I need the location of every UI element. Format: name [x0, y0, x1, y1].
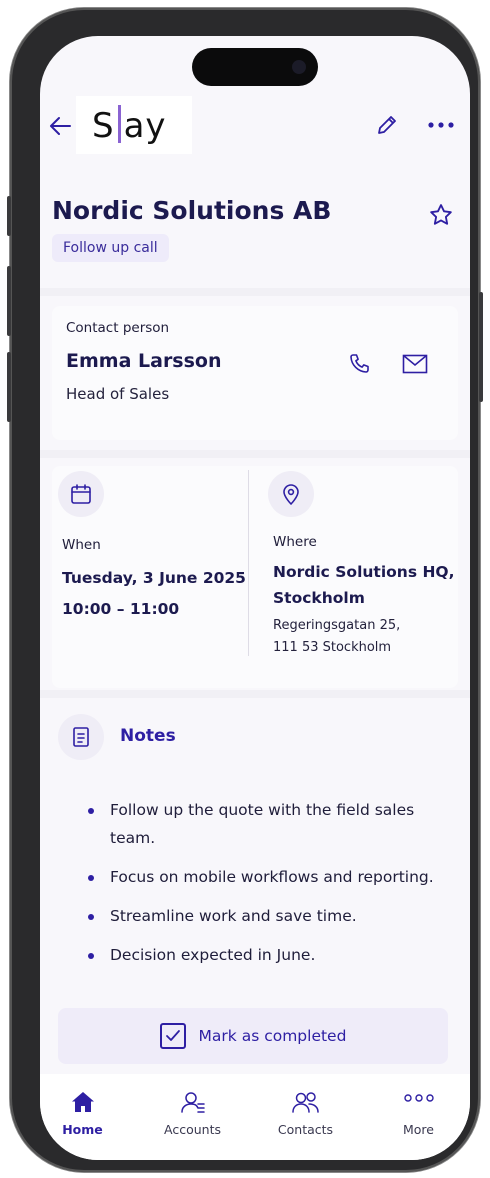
- more-icon: [403, 1094, 434, 1102]
- checkbox-icon[interactable]: [159, 1023, 186, 1049]
- meeting-date: Tuesday, 3 June 2025: [62, 569, 246, 587]
- contact-name[interactable]: Emma Larsson: [66, 350, 222, 372]
- contact-card: Contact person Emma Larsson Head of Sale…: [52, 306, 458, 440]
- mark-completed-button[interactable]: Mark as completed: [58, 1008, 448, 1064]
- accounts-icon: [180, 1092, 205, 1113]
- section-divider: [40, 690, 470, 698]
- tab-label: More: [403, 1122, 434, 1137]
- tab-label: Contacts: [277, 1122, 334, 1137]
- when-label: When: [62, 537, 101, 553]
- where-label: Where: [273, 534, 317, 550]
- location-pin-icon: [283, 484, 299, 505]
- meeting-title: Nordic Solutions AB: [52, 196, 332, 225]
- back-arrow-icon[interactable]: [46, 112, 74, 140]
- when-where-card: When Tuesday, 3 June 2025 10:00 – 11:00 …: [52, 466, 458, 688]
- notes-title: Notes: [120, 726, 176, 746]
- list-item: Streamline work and save time.: [80, 902, 450, 930]
- document-icon: [73, 727, 89, 747]
- location-name-line1[interactable]: Nordic Solutions HQ,: [273, 563, 454, 581]
- contact-role: Head of Sales: [66, 385, 170, 403]
- meeting-time: 10:00 – 11:00: [62, 600, 180, 618]
- camera-icon: [292, 60, 306, 74]
- tab-label: Accounts: [164, 1122, 221, 1137]
- phone-icon[interactable]: [346, 350, 374, 378]
- dynamic-island: [192, 48, 318, 86]
- tab-more[interactable]: More: [365, 1074, 470, 1144]
- tab-home[interactable]: Home: [40, 1074, 136, 1144]
- column-divider: [248, 470, 249, 656]
- address-line1: Regeringsgatan 25,: [273, 618, 401, 633]
- top-bar: Say: [40, 96, 470, 156]
- mark-completed-label: Mark as completed: [198, 1027, 347, 1045]
- app-screen: Say Nordic Solutions AB Follow up call C…: [40, 36, 470, 1160]
- notes-icon-circle: [58, 714, 104, 760]
- email-icon[interactable]: [400, 350, 430, 378]
- home-icon: [71, 1092, 94, 1112]
- contacts-icon: [291, 1092, 319, 1113]
- action-button: [7, 196, 11, 236]
- tab-contacts[interactable]: Contacts: [252, 1074, 359, 1144]
- section-divider: [40, 450, 470, 458]
- volume-up-button: [7, 266, 11, 336]
- list-item: Decision expected in June.: [80, 941, 450, 969]
- address-line2: 111 53 Stockholm: [273, 640, 392, 655]
- meeting-type-tag: Follow up call: [52, 234, 169, 262]
- bottom-tab-bar: Home Accounts Contacts More: [40, 1074, 470, 1160]
- volume-down-button: [7, 352, 11, 422]
- power-button: [479, 292, 483, 402]
- tab-label: Home: [62, 1122, 103, 1137]
- more-options-icon[interactable]: [424, 110, 458, 140]
- calendar-icon: [71, 484, 91, 504]
- contact-label: Contact person: [66, 320, 170, 336]
- tab-accounts[interactable]: Accounts: [139, 1074, 246, 1144]
- notes-list: Follow up the quote with the field sales…: [80, 796, 450, 980]
- favorite-star-icon[interactable]: [426, 200, 456, 230]
- section-divider: [40, 288, 470, 296]
- phone-frame: Say Nordic Solutions AB Follow up call C…: [7, 8, 483, 1172]
- list-item: Follow up the quote with the field sales…: [80, 796, 450, 852]
- calendar-icon-circle: [58, 471, 104, 517]
- list-item: Focus on mobile workflows and reporting.: [80, 863, 450, 891]
- app-logo: Say: [76, 96, 192, 154]
- location-name-line2[interactable]: Stockholm: [273, 589, 365, 607]
- edit-pencil-icon[interactable]: [372, 110, 402, 140]
- location-icon-circle: [268, 471, 314, 517]
